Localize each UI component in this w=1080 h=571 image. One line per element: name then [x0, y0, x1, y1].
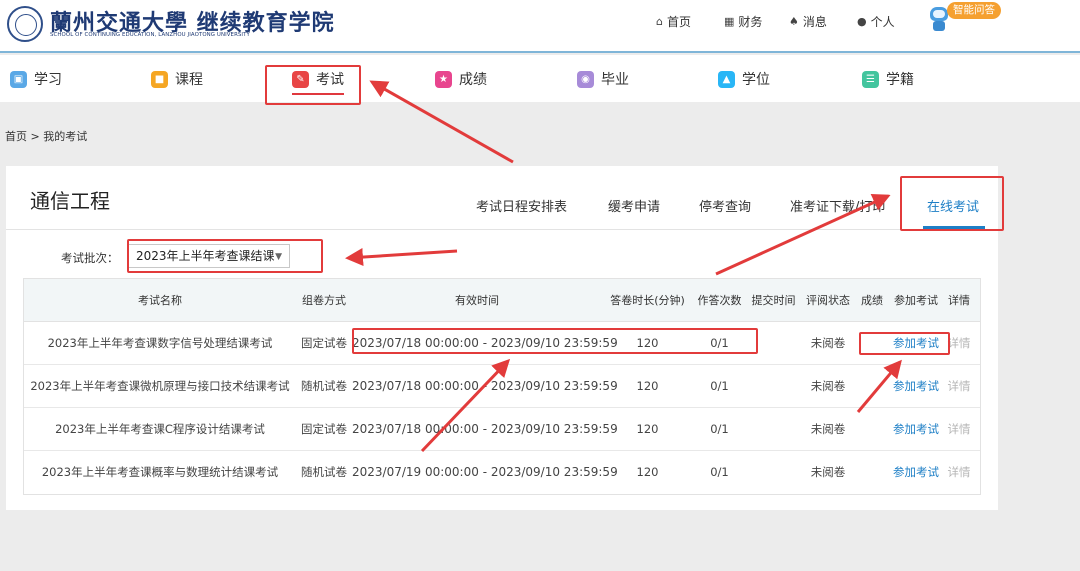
col-header-submit: 提交时间 — [751, 294, 796, 307]
exam-name: 2023年上半年考查课数字信号处理结课考试 — [47, 336, 273, 350]
annotation-box-join-exam — [859, 332, 950, 355]
table-row: 2023年上半年考查课概率与数理统计结课考试 随机试卷 2023/07/19 0… — [24, 451, 980, 494]
nav-item-study-label: 学习 — [34, 72, 62, 88]
annotation-box-batch — [127, 239, 323, 273]
logo-subtitle: SCHOOL OF CONTINUING EDUCATION, LANZHOU … — [50, 32, 250, 38]
tab-admission-ticket[interactable]: 准考证下载/打印 — [790, 196, 885, 215]
col-header-detail: 详情 — [948, 294, 970, 307]
exam-submit-time — [746, 408, 801, 451]
topnav-home-label: 首页 — [666, 15, 691, 29]
col-header-time: 有效时间 — [455, 294, 499, 307]
panel-divider — [6, 229, 998, 230]
join-exam-link[interactable]: 参加考试 — [889, 365, 943, 408]
exam-attempts: 0/1 — [710, 379, 729, 393]
annotation-box-valid-time — [352, 328, 758, 354]
exam-method: 固定试卷 — [301, 336, 347, 350]
annotation-box-exam-nav — [265, 65, 361, 105]
exam-time: 2023/07/19 00:00:00 - 2023/09/10 23:59:5… — [352, 465, 618, 479]
exam-attempts: 0/1 — [710, 465, 729, 479]
course-icon: ■ — [151, 70, 168, 88]
nav-item-course-label: 课程 — [175, 72, 203, 88]
topnav-finance-label: 财务 — [738, 15, 763, 29]
table-header-row: 考试名称 组卷方式 有效时间 答卷时长(分钟) 作答次数 提交时间 评阅状态 成… — [24, 279, 980, 322]
exam-method: 固定试卷 — [301, 422, 347, 436]
exam-status: 未阅卷 — [810, 465, 846, 479]
exam-name: 2023年上半年考查课概率与数理统计结课考试 — [41, 465, 279, 479]
tab-deferral[interactable]: 缓考申请 — [608, 196, 660, 215]
roster-icon: ☰ — [862, 70, 879, 88]
col-header-status: 评阅状态 — [806, 294, 850, 307]
topnav-messages-label: 消息 — [802, 15, 827, 29]
top-header: 蘭州交通大學 继续教育学院 SCHOOL OF CONTINUING EDUCA… — [0, 0, 1080, 53]
degree-icon: ▲ — [718, 70, 735, 88]
exam-status: 未阅卷 — [810, 336, 846, 350]
exam-method: 随机试卷 — [301, 379, 347, 393]
database-icon: ▦ — [724, 15, 735, 28]
score-icon: ★ — [435, 70, 452, 88]
exam-score — [855, 451, 889, 494]
join-exam-link[interactable]: 参加考试 — [889, 451, 943, 494]
nav-item-roster[interactable]: ☰ 学籍 — [862, 69, 914, 89]
exam-score — [855, 365, 889, 408]
detail-link[interactable]: 详情 — [943, 365, 975, 408]
nav-item-score-label: 成绩 — [459, 72, 487, 88]
col-header-score: 成绩 — [861, 294, 883, 307]
exam-submit-time — [746, 365, 801, 408]
topnav-profile[interactable]: ● 个人 — [857, 13, 895, 30]
breadcrumb[interactable]: 首页 > 我的考试 — [5, 128, 87, 144]
topnav-home[interactable]: ⌂ 首页 — [656, 13, 691, 30]
exam-duration: 120 — [636, 379, 659, 393]
exam-time: 2023/07/18 00:00:00 - 2023/09/10 23:59:5… — [352, 422, 618, 436]
detail-link[interactable]: 详情 — [943, 408, 975, 451]
graduation-icon: ◉ — [577, 70, 594, 88]
bell-icon: ♠ — [789, 15, 799, 28]
tab-schedule[interactable]: 考试日程安排表 — [476, 196, 567, 215]
col-header-attempts: 作答次数 — [697, 294, 742, 307]
exam-time: 2023/07/18 00:00:00 - 2023/09/10 23:59:5… — [352, 379, 618, 393]
nav-item-degree[interactable]: ▲ 学位 — [718, 69, 770, 89]
nav-item-score[interactable]: ★ 成绩 — [435, 69, 487, 89]
page-title: 通信工程 — [30, 189, 110, 213]
nav-item-graduation-label: 毕业 — [601, 72, 629, 88]
nav-item-graduation[interactable]: ◉ 毕业 — [577, 69, 629, 89]
study-icon: ▣ — [10, 70, 27, 88]
exam-duration: 120 — [636, 465, 659, 479]
table-row: 2023年上半年考查课C程序设计结课考试 固定试卷 2023/07/18 00:… — [24, 408, 980, 451]
main-nav: ▣ 学习 ■ 课程 ✎ 考试 ★ 成绩 ◉ 毕业 ▲ 学位 ☰ 学籍 — [0, 55, 1080, 102]
topnav-finance[interactable]: ▦ 财务 — [724, 13, 762, 30]
nav-item-degree-label: 学位 — [742, 72, 770, 88]
home-icon: ⌂ — [656, 15, 663, 28]
exam-score — [855, 408, 889, 451]
col-header-method: 组卷方式 — [302, 294, 346, 307]
join-exam-link[interactable]: 参加考试 — [889, 408, 943, 451]
tab-suspension[interactable]: 停考查询 — [699, 196, 751, 215]
annotation-box-online-exam-tab — [900, 176, 1004, 231]
exam-name: 2023年上半年考查课C程序设计结课考试 — [55, 422, 265, 436]
topnav-profile-label: 个人 — [870, 15, 895, 29]
exam-table: 考试名称 组卷方式 有效时间 答卷时长(分钟) 作答次数 提交时间 评阅状态 成… — [23, 278, 981, 495]
university-seal-logo — [7, 6, 43, 42]
exam-name: 2023年上半年考查课微机原理与接口技术结课考试 — [30, 379, 290, 393]
exam-status: 未阅卷 — [810, 422, 846, 436]
smart-assistant-button[interactable]: 智能问答 — [928, 0, 1001, 44]
col-header-duration: 答卷时长(分钟) — [610, 294, 685, 307]
col-header-name: 考试名称 — [138, 294, 182, 307]
topnav-messages[interactable]: ♠ 消息 — [789, 13, 827, 30]
nav-item-roster-label: 学籍 — [886, 72, 914, 88]
exam-attempts: 0/1 — [710, 422, 729, 436]
user-icon: ● — [857, 15, 867, 28]
nav-item-study[interactable]: ▣ 学习 — [10, 69, 62, 89]
table-row: 2023年上半年考查课微机原理与接口技术结课考试 随机试卷 2023/07/18… — [24, 365, 980, 408]
exam-submit-time — [746, 451, 801, 494]
assistant-badge: 智能问答 — [947, 2, 1001, 19]
batch-label: 考试批次： — [61, 251, 119, 265]
detail-link[interactable]: 详情 — [943, 451, 975, 494]
exam-status: 未阅卷 — [810, 379, 846, 393]
col-header-join: 参加考试 — [894, 294, 938, 307]
exam-duration: 120 — [636, 422, 659, 436]
nav-item-course[interactable]: ■ 课程 — [151, 69, 203, 89]
exam-method: 随机试卷 — [301, 465, 347, 479]
